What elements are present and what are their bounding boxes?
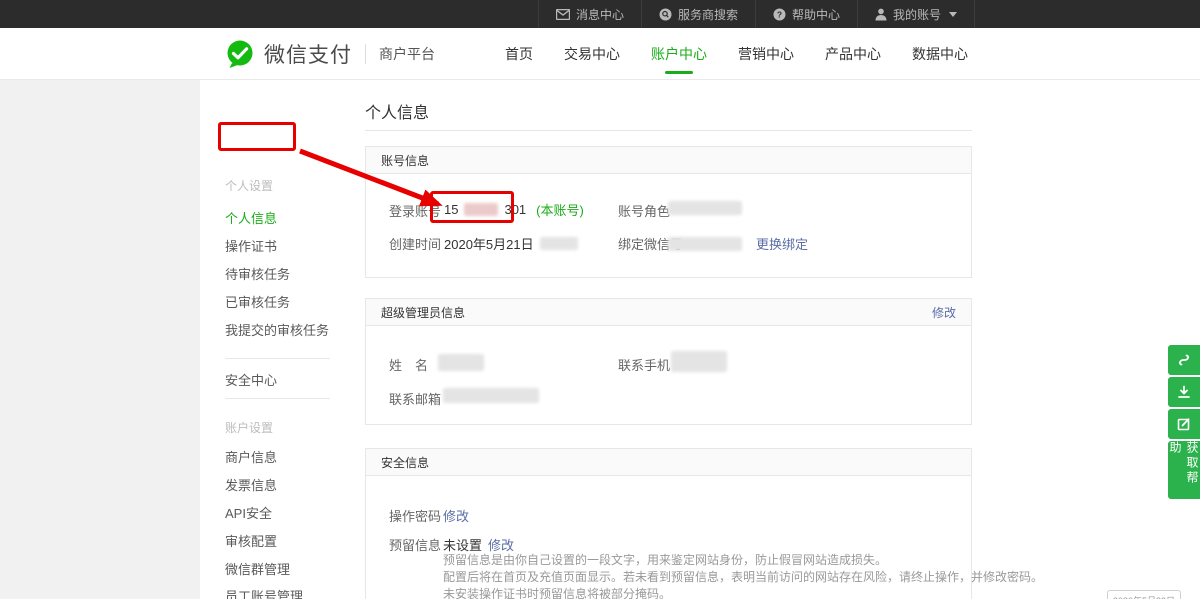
feedback-icon bbox=[1176, 416, 1192, 432]
sidebar-item-operation-certificate[interactable]: 操作证书 bbox=[225, 236, 277, 255]
search-icon bbox=[659, 8, 672, 21]
security-info-title: 安全信息 bbox=[381, 454, 429, 471]
brand-name: 微信支付 bbox=[264, 39, 352, 69]
topbar-my-account[interactable]: 我的账号 bbox=[857, 0, 975, 28]
security-info-card-header: 安全信息 bbox=[366, 449, 971, 476]
user-icon bbox=[875, 8, 887, 21]
sidebar-item-reviewed-tasks[interactable]: 已审核任务 bbox=[225, 292, 290, 311]
topbar-item-label: 帮助中心 bbox=[792, 6, 840, 23]
page: 消息中心 服务商搜索 ? 帮助中心 我的账号 bbox=[0, 0, 1200, 599]
help-icon: ? bbox=[773, 8, 786, 21]
nav-home[interactable]: 首页 bbox=[503, 28, 535, 80]
topbar-help-center[interactable]: ? 帮助中心 bbox=[755, 0, 857, 28]
security-info-card: 安全信息 操作密码 修改 预留信息 未设置 修改 预留信息是由你自己设置的一段文… bbox=[365, 448, 972, 599]
sidebar-item-review-config[interactable]: 审核配置 bbox=[225, 531, 277, 550]
page-title: 个人信息 bbox=[365, 99, 429, 123]
chevron-down-icon bbox=[949, 12, 957, 17]
admin-phone-label: 联系手机 bbox=[618, 355, 670, 374]
sidebar-item-pending-review-tasks[interactable]: 待审核任务 bbox=[225, 264, 290, 283]
admin-info-card-header: 超级管理员信息 修改 bbox=[366, 299, 971, 326]
link-icon bbox=[1176, 352, 1192, 368]
nav-product-center[interactable]: 产品中心 bbox=[823, 28, 883, 80]
redacted-created-time bbox=[540, 237, 578, 250]
topbar-item-label: 我的账号 bbox=[893, 6, 941, 23]
sidebar-divider bbox=[225, 358, 330, 359]
self-account-tag: (本账号) bbox=[536, 200, 584, 219]
nav-account-center[interactable]: 账户中心 bbox=[649, 28, 709, 80]
redacted-wechat-id bbox=[668, 237, 742, 251]
admin-info-title: 超级管理员信息 bbox=[381, 304, 465, 321]
sidebar-item-wechat-group-mgmt[interactable]: 微信群管理 bbox=[225, 559, 290, 578]
login-account-suffix: 301 bbox=[504, 202, 526, 217]
created-date: 2020年5月21日 bbox=[444, 234, 534, 253]
topbar-item-label: 服务商搜索 bbox=[678, 6, 738, 23]
admin-name-label: 姓 名 bbox=[389, 355, 428, 374]
account-info-card-header: 账号信息 bbox=[366, 147, 971, 174]
redacted-admin-name bbox=[438, 354, 484, 371]
redacted-admin-email bbox=[443, 388, 539, 403]
main-nav: 首页 交易中心 账户中心 营销中心 产品中心 数据中心 bbox=[503, 28, 970, 80]
download-icon bbox=[1176, 384, 1192, 400]
sidebar-item-api-security[interactable]: API安全 bbox=[225, 503, 272, 522]
topbar-service-provider-search[interactable]: 服务商搜索 bbox=[641, 0, 755, 28]
left-gray-band bbox=[0, 80, 200, 599]
tip-line: 未安装操作证书时预留信息将被部分掩码。 bbox=[443, 586, 1043, 599]
sidebar-divider bbox=[225, 398, 330, 399]
brand-divider bbox=[365, 44, 366, 64]
account-info-card: 账号信息 登录账号 15 301 (本账号) 账号角色 创建时间 2020年5月… bbox=[365, 146, 972, 278]
sidebar-item-personal-info[interactable]: 个人信息 bbox=[225, 208, 277, 227]
download-button[interactable] bbox=[1168, 377, 1200, 407]
mail-icon bbox=[556, 9, 570, 20]
topbar-message-center[interactable]: 消息中心 bbox=[538, 0, 641, 28]
tip-line: 预留信息是由你自己设置的一段文字，用来鉴定网站身份，防止假冒网站造成损失。 bbox=[443, 552, 1043, 569]
feedback-button[interactable] bbox=[1168, 409, 1200, 439]
get-help-button[interactable]: 获取帮助 bbox=[1168, 441, 1200, 499]
sidebar-item-my-submitted-tasks[interactable]: 我提交的审核任务 bbox=[225, 320, 329, 339]
sidebar-item-invoice-info[interactable]: 发票信息 bbox=[225, 475, 277, 494]
login-account-value: 15 301 (本账号) bbox=[444, 200, 584, 219]
admin-email-label: 联系邮箱 bbox=[389, 389, 441, 408]
header: 微信支付 商户平台 首页 交易中心 账户中心 营销中心 产品中心 数据中心 bbox=[0, 28, 1200, 80]
tip-line: 配置后将在首页及充值页面显示。若未看到预留信息，表明当前访问的网站存在风险，请终… bbox=[443, 569, 1043, 586]
bound-wechat-value: 更换绑定 bbox=[668, 234, 808, 253]
sidebar-item-merchant-info[interactable]: 商户信息 bbox=[225, 447, 277, 466]
sidebar-section-personal-settings: 个人设置 bbox=[225, 177, 273, 194]
admin-modify-link[interactable]: 修改 bbox=[932, 304, 956, 321]
rebind-link[interactable]: 更换绑定 bbox=[756, 234, 808, 253]
created-time-label: 创建时间 bbox=[389, 234, 441, 253]
account-info-title: 账号信息 bbox=[381, 152, 429, 169]
sidebar-item-staff-account-mgmt[interactable]: 员工账号管理 bbox=[225, 586, 303, 599]
link-button[interactable] bbox=[1168, 345, 1200, 375]
redacted-admin-phone bbox=[671, 351, 727, 372]
password-modify-link[interactable]: 修改 bbox=[443, 506, 469, 525]
topbar: 消息中心 服务商搜索 ? 帮助中心 我的账号 bbox=[0, 0, 1200, 28]
operation-password-label: 操作密码 bbox=[389, 506, 441, 525]
login-account-prefix: 15 bbox=[444, 202, 458, 217]
title-divider bbox=[365, 130, 972, 131]
date-tooltip: 2020年5月22日 bbox=[1107, 590, 1181, 599]
nav-transaction-center[interactable]: 交易中心 bbox=[562, 28, 622, 80]
svg-text:?: ? bbox=[777, 9, 782, 19]
reserved-info-label: 预留信息 bbox=[389, 535, 441, 554]
nav-data-center[interactable]: 数据中心 bbox=[910, 28, 970, 80]
reserved-info-tips: 预留信息是由你自己设置的一段文字，用来鉴定网站身份，防止假冒网站造成损失。 配置… bbox=[443, 552, 1043, 599]
sidebar-section-account-settings: 账户设置 bbox=[225, 419, 273, 436]
created-time-value: 2020年5月21日 bbox=[444, 234, 578, 253]
login-account-label: 登录账号 bbox=[389, 201, 441, 220]
account-role-label: 账号角色 bbox=[618, 201, 670, 220]
floating-help-panel: 获取帮助 bbox=[1168, 345, 1200, 499]
redacted-account-role bbox=[668, 201, 742, 215]
sidebar-item-security-center[interactable]: 安全中心 bbox=[225, 370, 277, 389]
admin-info-card: 超级管理员信息 修改 姓 名 联系手机 联系邮箱 bbox=[365, 298, 972, 425]
topbar-item-label: 消息中心 bbox=[576, 6, 624, 23]
portal-label: 商户平台 bbox=[379, 44, 435, 64]
redacted-login-middle bbox=[464, 203, 498, 216]
sidebar: 个人设置 个人信息 操作证书 待审核任务 已审核任务 我提交的审核任务 安全中心… bbox=[200, 80, 345, 599]
wechat-pay-logo-icon bbox=[225, 39, 255, 69]
nav-marketing-center[interactable]: 营销中心 bbox=[736, 28, 796, 80]
brand: 微信支付 商户平台 bbox=[225, 39, 435, 69]
